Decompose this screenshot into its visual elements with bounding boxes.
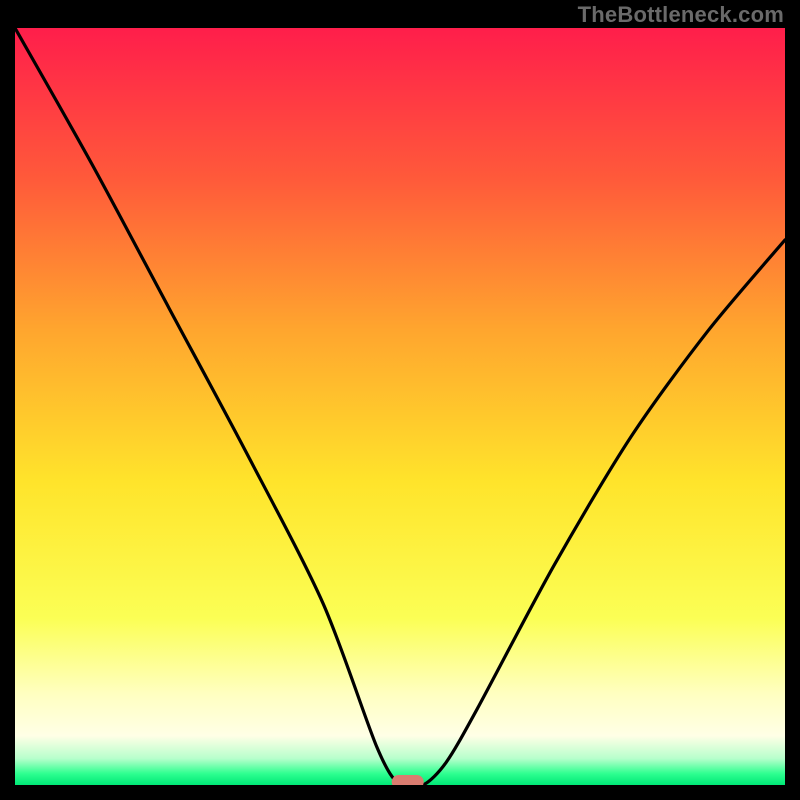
chart-plot xyxy=(15,28,785,785)
optimal-marker xyxy=(392,775,424,785)
watermark-text: TheBottleneck.com xyxy=(578,2,784,28)
chart-background-gradient xyxy=(15,28,785,785)
chart-svg xyxy=(15,28,785,785)
